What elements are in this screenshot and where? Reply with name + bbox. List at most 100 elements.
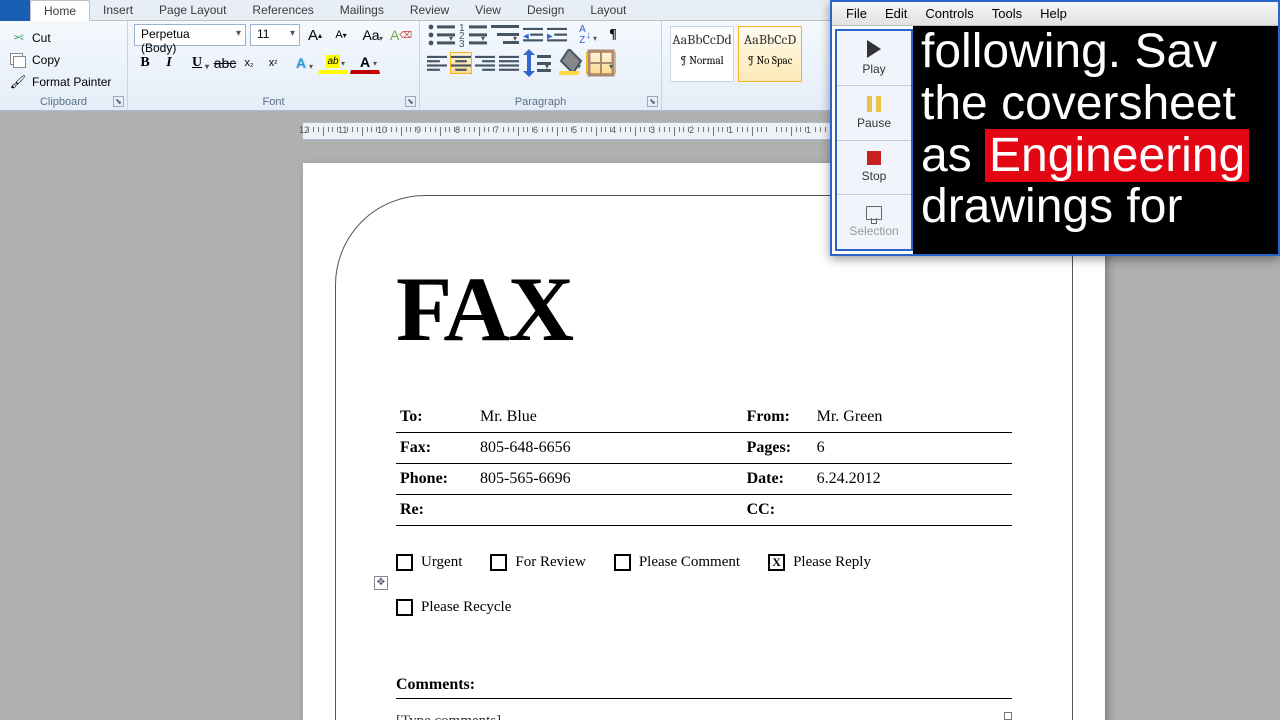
opt-urgent[interactable]: Urgent (396, 554, 462, 571)
subscript-button[interactable]: x (238, 52, 260, 74)
comments-label: Comments: (396, 676, 1012, 699)
tab-design[interactable]: Design (514, 0, 577, 20)
menu-file[interactable]: File (838, 4, 875, 23)
fax-frame: FAX To: Mr. Blue From: Mr. Green Fax: 80… (335, 195, 1073, 720)
shrink-font-button[interactable]: A▾ (330, 24, 352, 46)
show-marks-button[interactable]: ¶ (602, 24, 624, 46)
checkbox-icon[interactable]: X (768, 554, 785, 571)
play-button[interactable]: Play (837, 31, 911, 86)
tab-insert[interactable]: Insert (90, 0, 146, 20)
pause-icon (867, 96, 881, 112)
bullets-button[interactable] (426, 24, 456, 46)
line-spacing-button[interactable] (522, 52, 552, 74)
align-center-button[interactable] (450, 52, 472, 74)
tab-mailings[interactable]: Mailings (327, 0, 397, 20)
to-value[interactable]: Mr. Blue (476, 402, 743, 433)
style-no-spacing[interactable]: AaBbCcD ¶ No Spac (738, 26, 802, 82)
group-label: Clipboard (0, 96, 127, 108)
play-icon (867, 40, 881, 58)
align-left-button[interactable] (426, 52, 448, 74)
options-row: Urgent For Review Please Comment XPlease… (396, 554, 1012, 616)
fax-label: Fax: (396, 433, 476, 464)
text-effects-button[interactable]: A (286, 52, 316, 74)
group-paragraph: 123 AZ↓ ¶ Paragraph ⬊ (420, 21, 662, 110)
stop-button[interactable]: Stop (837, 141, 911, 196)
tab-page-layout[interactable]: Page Layout (146, 0, 239, 20)
checkbox-icon[interactable] (490, 554, 507, 571)
clear-format-button[interactable]: A⌫ (390, 24, 412, 46)
change-case-button[interactable]: Aa (356, 24, 386, 46)
grow-font-button[interactable]: A▴ (304, 24, 326, 46)
sort-button[interactable]: AZ↓ (570, 24, 600, 46)
page-title[interactable]: FAX (396, 256, 1012, 362)
stop-icon (867, 151, 881, 165)
file-tab[interactable] (0, 0, 30, 21)
re-value[interactable] (476, 495, 743, 526)
multilevel-button[interactable] (490, 24, 520, 46)
menu-controls[interactable]: Controls (917, 4, 981, 23)
phone-value[interactable]: 805-565-6696 (476, 464, 743, 495)
checkbox-icon[interactable] (396, 554, 413, 571)
comments-body[interactable]: [Type comments] (396, 713, 1012, 720)
table-move-handle-icon[interactable]: ✥ (374, 576, 388, 590)
selection-icon (866, 206, 882, 220)
cut-label: Cut (32, 31, 51, 45)
format-painter-button[interactable]: Format Painter (6, 72, 115, 92)
opt-review[interactable]: For Review (490, 554, 585, 571)
svg-text:3: 3 (459, 39, 465, 49)
align-right-button[interactable] (474, 52, 496, 74)
bold-button[interactable]: B (134, 52, 156, 74)
menu-edit[interactable]: Edit (877, 4, 915, 23)
superscript-button[interactable]: x (262, 52, 284, 74)
group-styles: AaBbCcDd ¶ Normal AaBbCcD ¶ No Spac (662, 21, 810, 110)
style-normal[interactable]: AaBbCcDd ¶ Normal (670, 26, 734, 82)
from-value[interactable]: Mr. Green (813, 402, 1012, 433)
numbering-button[interactable]: 123 (458, 24, 488, 46)
checkbox-icon[interactable] (396, 599, 413, 616)
borders-button[interactable] (586, 52, 616, 74)
tab-references[interactable]: References (239, 0, 326, 20)
strike-button[interactable]: abc (214, 52, 236, 74)
cut-button[interactable]: Cut (6, 28, 115, 48)
dec-indent-button[interactable] (522, 24, 544, 46)
font-size-combo[interactable]: 11 (250, 24, 300, 46)
copy-button[interactable]: Copy (6, 50, 115, 70)
italic-button[interactable]: I (158, 52, 180, 74)
checkbox-icon[interactable] (614, 554, 631, 571)
pause-button[interactable]: Pause (837, 86, 911, 141)
opt-reply[interactable]: XPlease Reply (768, 554, 871, 571)
pages-label: Pages: (743, 433, 813, 464)
fax-value[interactable]: 805-648-6656 (476, 433, 743, 464)
fax-fields-table: To: Mr. Blue From: Mr. Green Fax: 805-64… (396, 402, 1012, 526)
justify-button[interactable] (498, 52, 520, 74)
dialog-launcher-icon[interactable]: ⬊ (113, 96, 124, 107)
tab-view[interactable]: View (462, 0, 514, 20)
underline-button[interactable]: U (182, 52, 212, 74)
pages-value[interactable]: 6 (813, 433, 1012, 464)
date-value[interactable]: 6.24.2012 (813, 464, 1012, 495)
font-name-combo[interactable]: Perpetua (Body) (134, 24, 246, 46)
date-label: Date: (743, 464, 813, 495)
tab-home[interactable]: Home (30, 0, 90, 21)
brush-icon (10, 74, 26, 90)
table-resize-handle-icon[interactable] (1004, 712, 1012, 720)
highlighted-word: Engineering (985, 129, 1249, 182)
menu-help[interactable]: Help (1032, 4, 1075, 23)
cc-value[interactable] (813, 495, 1012, 526)
menu-tools[interactable]: Tools (984, 4, 1030, 23)
opt-recycle[interactable]: Please Recycle (396, 599, 511, 616)
format-painter-label: Format Painter (32, 75, 111, 89)
highlight-button[interactable]: ab (318, 52, 348, 74)
narrator-window[interactable]: File Edit Controls Tools Help Play Pause… (830, 0, 1280, 256)
dialog-launcher-icon[interactable]: ⬊ (405, 96, 416, 107)
shading-button[interactable] (554, 52, 584, 74)
narrator-controls: Play Pause Stop Selection (835, 29, 913, 251)
opt-comment[interactable]: Please Comment (614, 554, 740, 571)
dialog-launcher-icon[interactable]: ⬊ (647, 96, 658, 107)
tab-layout[interactable]: Layout (577, 0, 639, 20)
phone-label: Phone: (396, 464, 476, 495)
inc-indent-button[interactable] (546, 24, 568, 46)
cc-label: CC: (743, 495, 813, 526)
font-color-button[interactable]: A (350, 52, 380, 74)
tab-review[interactable]: Review (397, 0, 462, 20)
